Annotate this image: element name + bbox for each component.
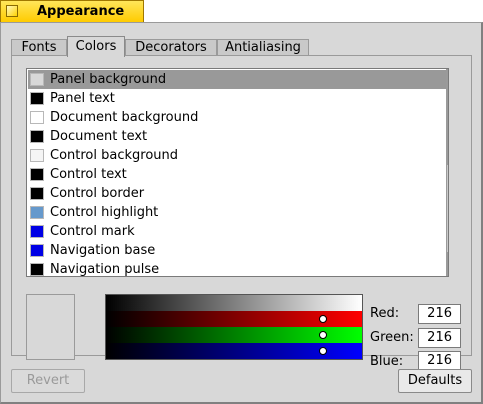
green-field[interactable]: 216 — [418, 328, 461, 348]
list-item-label: Navigation base — [50, 243, 156, 258]
list-item[interactable]: Document background — [28, 108, 446, 127]
list-item-label: Control mark — [50, 224, 135, 239]
vertical-scrollbar[interactable]: ▲ ▼ ▲ ▼ — [446, 69, 448, 276]
list-item[interactable]: Panel background — [28, 70, 446, 89]
color-swatch — [30, 111, 44, 124]
list-item-label: Control background — [50, 148, 179, 163]
appearance-window: Fonts Colors Decorators Antialiasing Pan… — [0, 22, 483, 404]
list-item-label: Document background — [50, 110, 199, 125]
window-title: Appearance — [37, 4, 125, 19]
red-field[interactable]: 216 — [418, 304, 461, 324]
list-item[interactable]: Navigation pulse — [28, 260, 446, 277]
list-item-label: Panel background — [50, 72, 167, 87]
color-swatch — [30, 130, 44, 143]
list-item[interactable]: Control border — [28, 184, 446, 203]
scroll-thumb[interactable] — [447, 93, 448, 165]
color-channel-sliders — [105, 294, 363, 360]
tab-antialiasing[interactable]: Antialiasing — [217, 39, 309, 56]
list-item[interactable]: Navigation base — [28, 241, 446, 260]
arrow-up-icon[interactable]: ▲ — [447, 252, 448, 264]
color-swatch — [30, 225, 44, 238]
list-item[interactable]: Document text — [28, 127, 446, 146]
list-item[interactable]: Control mark — [28, 222, 446, 241]
color-swatch — [30, 244, 44, 257]
color-swatch — [30, 263, 44, 276]
red-label: Red: — [370, 306, 400, 321]
close-box-icon[interactable] — [6, 5, 18, 17]
list-item[interactable]: Control background — [28, 146, 446, 165]
green-slider[interactable] — [106, 327, 362, 343]
red-slider-knob[interactable] — [318, 315, 327, 323]
window-title-tab[interactable]: Appearance — [0, 0, 144, 22]
list-item-label: Control text — [50, 167, 127, 182]
color-swatch — [30, 92, 44, 105]
list-rows: Panel background Panel text Document backg… — [28, 70, 446, 277]
green-label: Green: — [370, 330, 414, 345]
list-item-label: Panel text — [50, 91, 115, 106]
color-preview — [26, 294, 75, 360]
revert-button[interactable]: Revert — [11, 369, 85, 393]
color-swatch — [30, 168, 44, 181]
list-item-label: Navigation pulse — [50, 262, 160, 277]
list-item-label: Control border — [50, 186, 145, 201]
blue-label: Blue: — [370, 354, 404, 369]
red-slider[interactable] — [106, 311, 362, 327]
arrow-down-icon[interactable]: ▼ — [447, 264, 448, 276]
defaults-button[interactable]: Defaults — [398, 369, 472, 393]
tab-decorators[interactable]: Decorators — [125, 39, 217, 56]
tab-fonts[interactable]: Fonts — [11, 39, 67, 56]
list-item-label: Document text — [50, 129, 148, 144]
arrow-down-icon[interactable]: ▼ — [447, 81, 448, 93]
list-item[interactable]: Control text — [28, 165, 446, 184]
color-swatch — [30, 73, 44, 86]
blue-slider[interactable] — [106, 343, 362, 359]
list-item[interactable]: Control highlight — [28, 203, 446, 222]
list-item[interactable]: Panel text — [28, 89, 446, 108]
color-role-list[interactable]: Panel background Panel text Document backg… — [26, 68, 449, 277]
brightness-gradient[interactable] — [106, 295, 362, 311]
green-slider-knob[interactable] — [318, 331, 327, 339]
blue-field[interactable]: 216 — [418, 351, 461, 371]
list-item-label: Control highlight — [50, 205, 159, 220]
color-swatch — [30, 187, 44, 200]
colors-panel: Panel background Panel text Document backg… — [11, 55, 472, 371]
arrow-up-icon[interactable]: ▲ — [447, 69, 448, 81]
blue-slider-knob[interactable] — [318, 347, 327, 355]
tab-colors[interactable]: Colors — [67, 36, 125, 57]
color-swatch — [30, 149, 44, 162]
color-swatch — [30, 206, 44, 219]
